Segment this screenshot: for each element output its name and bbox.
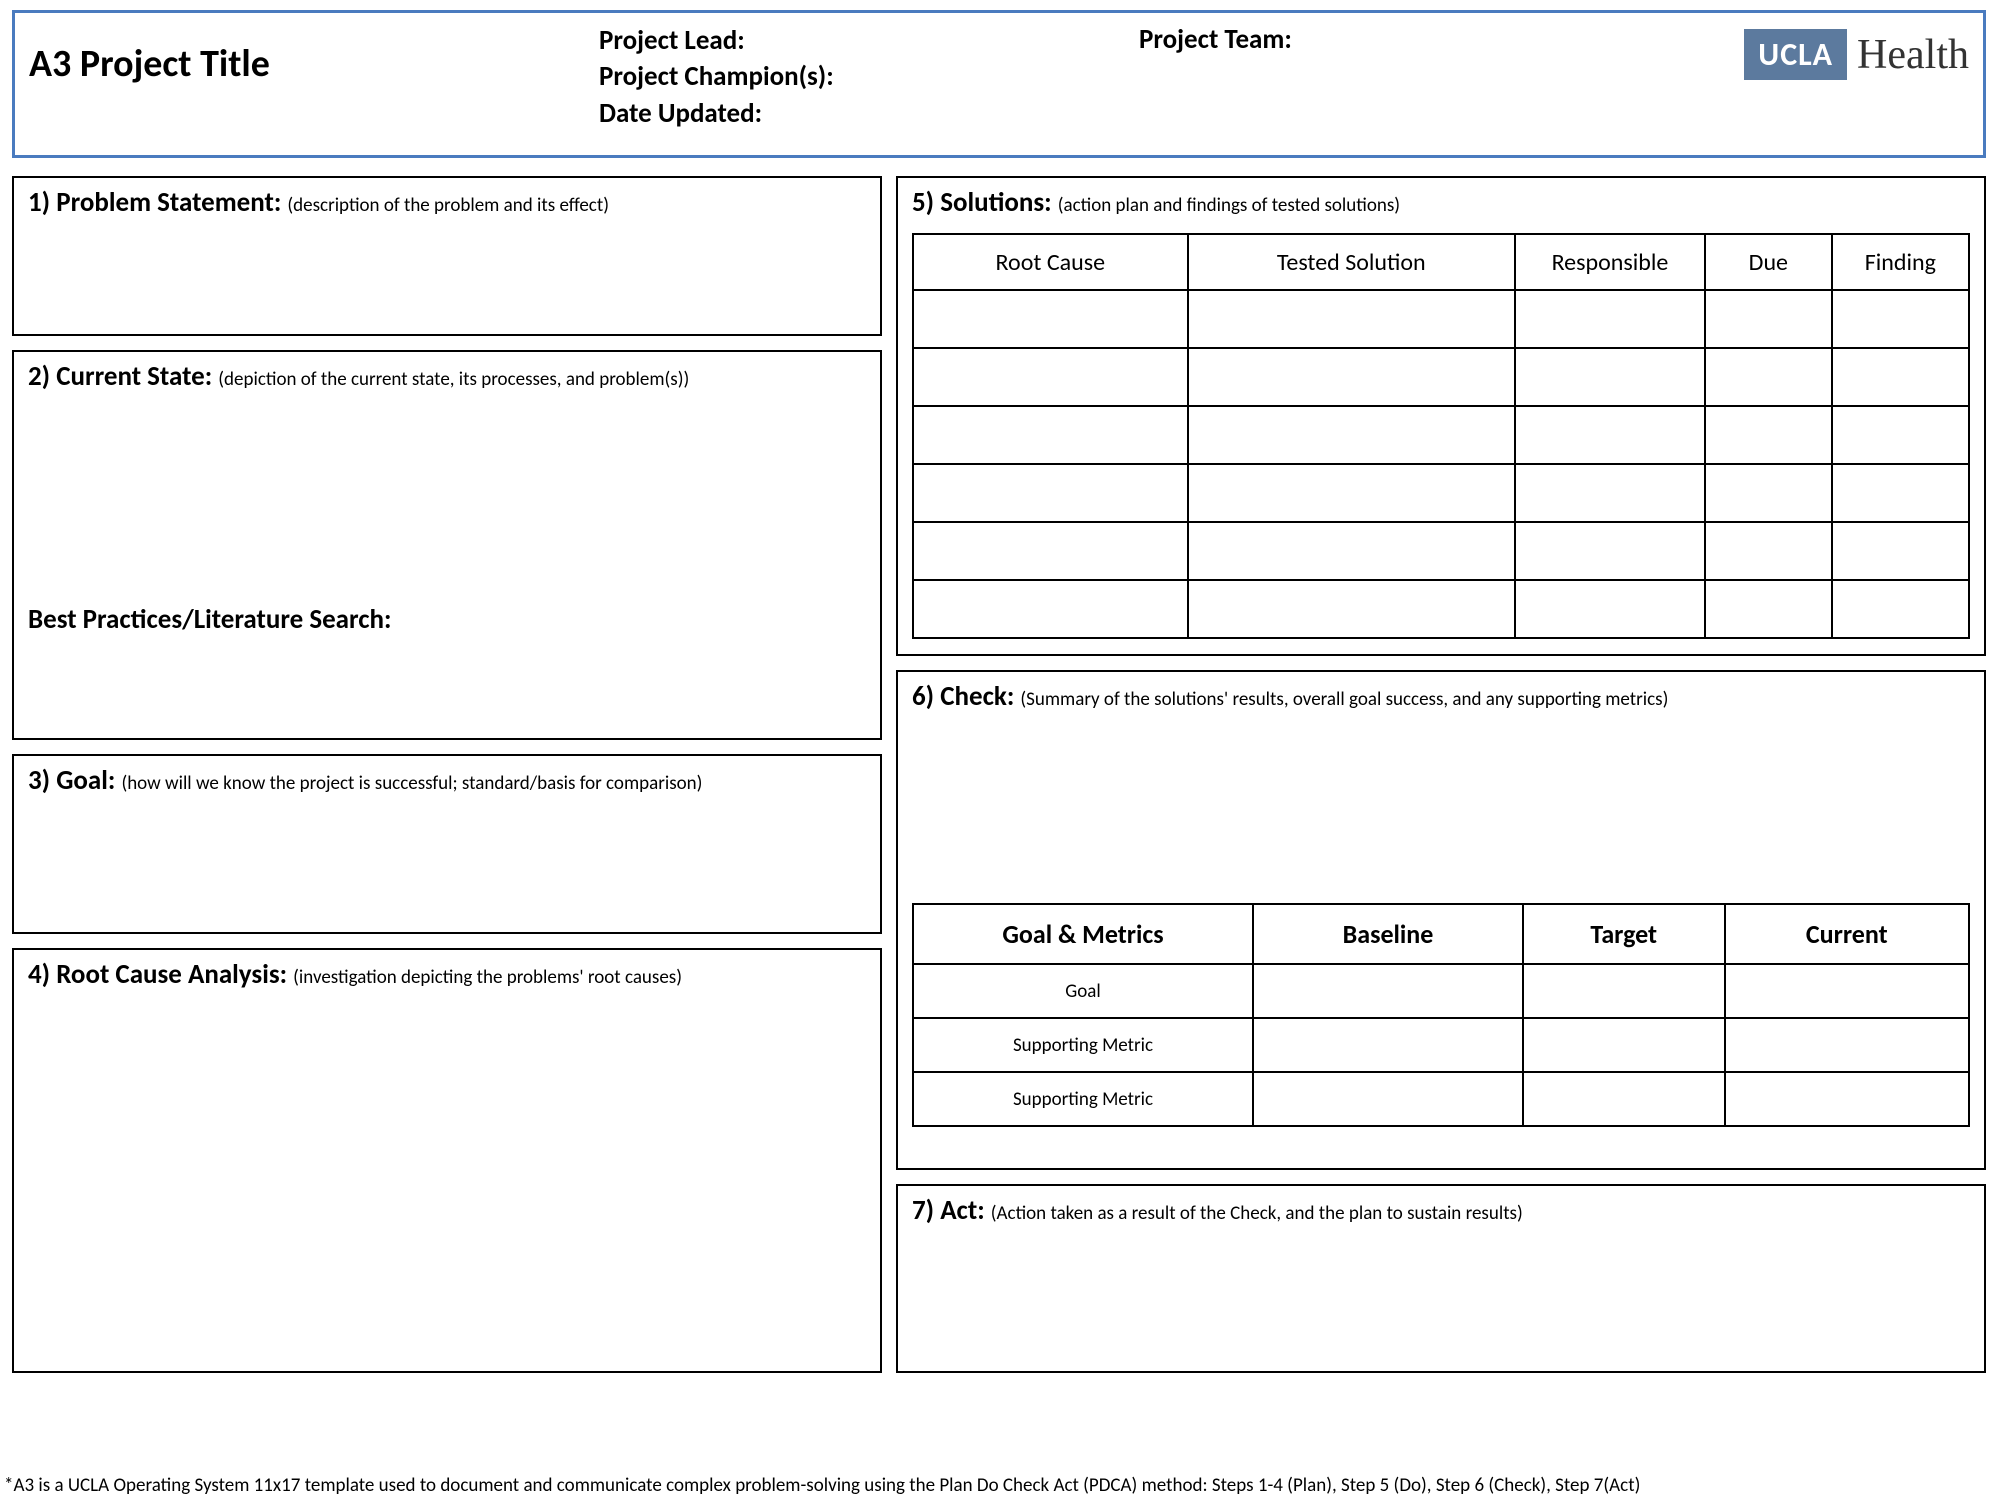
project-title: A3 Project Title bbox=[29, 23, 599, 87]
check-body: Goal Supporting Metric Supporting Metric bbox=[913, 964, 1969, 1126]
section-hint: (depiction of the current state, its pro… bbox=[218, 368, 689, 391]
section-problem-statement: 1) Problem Statement: (description of th… bbox=[12, 176, 882, 336]
project-team-label: Project Team: bbox=[1119, 23, 1659, 56]
section-title: 1) Problem Statement: bbox=[28, 186, 287, 219]
solutions-header-row: Root Cause Tested Solution Responsible D… bbox=[913, 234, 1969, 290]
col-finding: Finding bbox=[1832, 234, 1969, 290]
section-solutions: 5) Solutions: (action plan and findings … bbox=[896, 176, 1986, 656]
logo-text: Health bbox=[1857, 31, 1969, 79]
col-current: Current bbox=[1725, 904, 1970, 964]
col-baseline: Baseline bbox=[1253, 904, 1523, 964]
section-title: 4) Root Cause Analysis: bbox=[28, 958, 293, 991]
section-title: 7) Act: bbox=[912, 1194, 991, 1227]
project-champion-label: Project Champion(s): bbox=[599, 59, 1119, 95]
footnote: *A3 is a UCLA Operating System 11x17 tem… bbox=[4, 1474, 1640, 1497]
section-title: 6) Check: bbox=[912, 680, 1020, 713]
section-act: 7) Act: (Action taken as a result of the… bbox=[896, 1184, 1986, 1373]
logo-mark: UCLA bbox=[1744, 29, 1847, 80]
right-column: 5) Solutions: (action plan and findings … bbox=[896, 176, 1986, 1373]
col-due: Due bbox=[1705, 234, 1832, 290]
best-practices-subtitle: Best Practices/Literature Search: bbox=[28, 603, 866, 636]
row-label: Goal bbox=[913, 964, 1253, 1018]
date-updated-label: Date Updated: bbox=[599, 96, 1119, 132]
row-label: Supporting Metric bbox=[913, 1072, 1253, 1126]
table-row bbox=[913, 290, 1969, 348]
header-meta: Project Lead: Project Champion(s): Date … bbox=[599, 23, 1119, 132]
section-title: 5) Solutions: bbox=[912, 186, 1058, 219]
col-target: Target bbox=[1523, 904, 1724, 964]
section-hint: (investigation depicting the problems' r… bbox=[293, 966, 682, 989]
body-grid: 1) Problem Statement: (description of th… bbox=[12, 176, 1986, 1373]
left-column: 1) Problem Statement: (description of th… bbox=[12, 176, 882, 1373]
section-check: 6) Check: (Summary of the solutions' res… bbox=[896, 670, 1986, 1170]
table-row bbox=[913, 406, 1969, 464]
table-row bbox=[913, 348, 1969, 406]
table-row bbox=[913, 464, 1969, 522]
col-tested-solution: Tested Solution bbox=[1188, 234, 1515, 290]
section-root-cause: 4) Root Cause Analysis: (investigation d… bbox=[12, 948, 882, 1373]
section-goal: 3) Goal: (how will we know the project i… bbox=[12, 754, 882, 934]
org-logo: UCLA Health bbox=[1659, 23, 1969, 80]
project-lead-label: Project Lead: bbox=[599, 23, 1119, 59]
section-title: 2) Current State: bbox=[28, 360, 218, 393]
row-label: Supporting Metric bbox=[913, 1018, 1253, 1072]
check-table: Goal & Metrics Baseline Target Current G… bbox=[912, 903, 1970, 1127]
section-current-state: 2) Current State: (depiction of the curr… bbox=[12, 350, 882, 740]
table-row bbox=[913, 522, 1969, 580]
solutions-body bbox=[913, 290, 1969, 638]
section-hint: (Summary of the solutions' results, over… bbox=[1020, 688, 1668, 711]
header-box: A3 Project Title Project Lead: Project C… bbox=[12, 10, 1986, 158]
table-row: Supporting Metric bbox=[913, 1018, 1969, 1072]
section-title: 3) Goal: bbox=[28, 764, 121, 797]
col-responsible: Responsible bbox=[1515, 234, 1705, 290]
table-row: Supporting Metric bbox=[913, 1072, 1969, 1126]
col-root-cause: Root Cause bbox=[913, 234, 1188, 290]
col-goal-metrics: Goal & Metrics bbox=[913, 904, 1253, 964]
section-hint: (how will we know the project is success… bbox=[121, 772, 702, 795]
solutions-table: Root Cause Tested Solution Responsible D… bbox=[912, 233, 1970, 639]
check-header-row: Goal & Metrics Baseline Target Current bbox=[913, 904, 1969, 964]
section-hint: (Action taken as a result of the Check, … bbox=[991, 1202, 1523, 1225]
section-hint: (description of the problem and its effe… bbox=[287, 194, 609, 217]
a3-template-page: A3 Project Title Project Lead: Project C… bbox=[0, 0, 1998, 1499]
table-row bbox=[913, 580, 1969, 638]
table-row: Goal bbox=[913, 964, 1969, 1018]
section-hint: (action plan and findings of tested solu… bbox=[1058, 194, 1400, 217]
